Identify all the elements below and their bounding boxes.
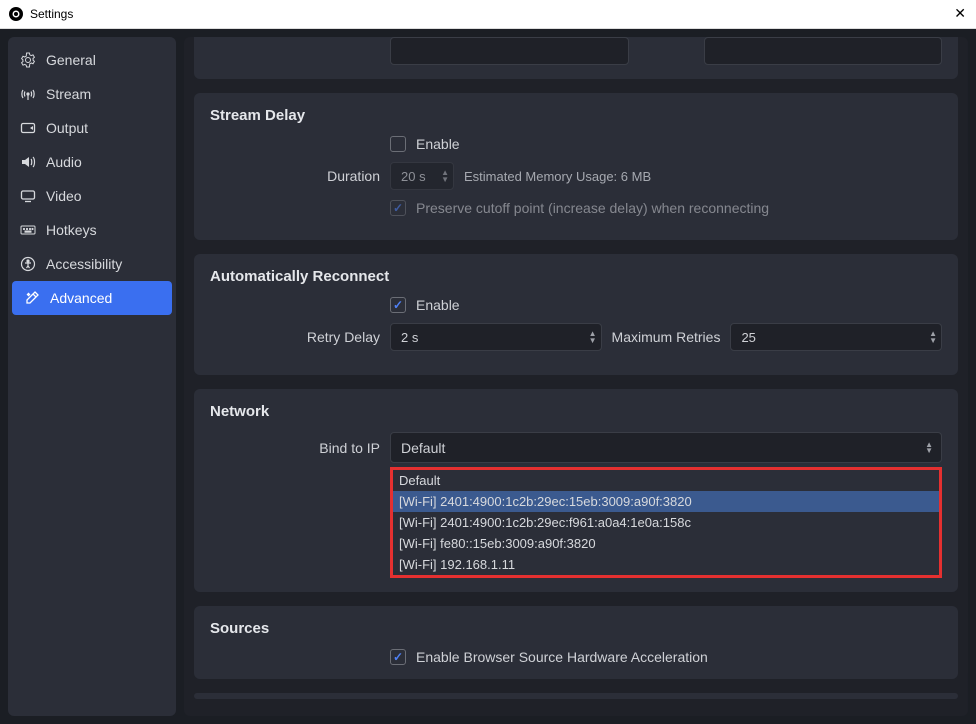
hw-accel-checkbox[interactable]	[390, 649, 406, 665]
bind-ip-select[interactable]: Default ▲▼	[390, 432, 942, 463]
sidebar-item-advanced[interactable]: Advanced	[12, 281, 172, 315]
sidebar-item-video[interactable]: Video	[8, 179, 176, 213]
sidebar-item-label: Output	[46, 120, 88, 136]
memory-usage-hint: Estimated Memory Usage: 6 MB	[464, 169, 651, 184]
enable-stream-delay-checkbox[interactable]	[390, 136, 406, 152]
spinner-value: 25	[741, 330, 755, 345]
gear-icon	[20, 52, 36, 68]
spinner-arrows-icon[interactable]: ▲▼	[441, 169, 449, 183]
max-retries-label: Maximum Retries	[612, 329, 721, 345]
antenna-icon	[20, 86, 36, 102]
sidebar-item-label: Audio	[46, 154, 82, 170]
sidebar-item-label: Stream	[46, 86, 91, 102]
checkbox-label: Enable	[416, 136, 460, 152]
partial-section-top	[194, 37, 958, 79]
sidebar-item-accessibility[interactable]: Accessibility	[8, 247, 176, 281]
spinner-arrows-icon[interactable]: ▲▼	[589, 330, 597, 344]
monitor-icon	[20, 188, 36, 204]
sidebar-item-label: Hotkeys	[46, 222, 97, 238]
main-container: General Stream Output Audio Video	[0, 29, 976, 724]
close-icon[interactable]: ✕	[954, 5, 966, 22]
select-value: Default	[401, 440, 445, 456]
dropdown-option[interactable]: [Wi-Fi] 192.168.1.11	[393, 554, 939, 575]
accessibility-icon	[20, 256, 36, 272]
retry-delay-spinner[interactable]: 2 s ▲▼	[390, 323, 602, 351]
app-icon	[8, 6, 24, 22]
spinner-arrows-icon[interactable]: ▲▼	[929, 330, 937, 344]
bind-ip-dropdown[interactable]: Default [Wi-Fi] 2401:4900:1c2b:29ec:15eb…	[390, 467, 942, 578]
sidebar: General Stream Output Audio Video	[8, 37, 176, 716]
spinner-value: 20 s	[401, 169, 426, 184]
content-area[interactable]: Stream Delay Enable Duration 20 s ▲▼ Est…	[184, 37, 968, 716]
tools-icon	[24, 290, 40, 306]
sidebar-item-general[interactable]: General	[8, 43, 176, 77]
speaker-icon	[20, 154, 36, 170]
sidebar-item-label: Accessibility	[46, 256, 122, 272]
section-title: Network	[210, 403, 942, 420]
section-title: Sources	[210, 620, 942, 637]
section-divider	[194, 693, 958, 699]
checkbox-label: Preserve cutoff point (increase delay) w…	[416, 200, 769, 216]
max-retries-spinner[interactable]: 25 ▲▼	[730, 323, 942, 351]
dropdown-option[interactable]: [Wi-Fi] 2401:4900:1c2b:29ec:15eb:3009:a9…	[393, 491, 939, 512]
preserve-cutoff-checkbox	[390, 200, 406, 216]
sidebar-item-label: Video	[46, 188, 82, 204]
section-auto-reconnect: Automatically Reconnect Enable Retry Del…	[194, 254, 958, 375]
titlebar: Settings ✕	[0, 0, 976, 29]
section-sources: Sources Enable Browser Source Hardware A…	[194, 606, 958, 679]
sidebar-item-audio[interactable]: Audio	[8, 145, 176, 179]
enable-reconnect-checkbox[interactable]	[390, 297, 406, 313]
section-network: Network Bind to IP Default ▲▼ Default [W	[194, 389, 958, 592]
dropdown-option[interactable]: [Wi-Fi] 2401:4900:1c2b:29ec:f961:a0a4:1e…	[393, 512, 939, 533]
bind-ip-label: Bind to IP	[210, 440, 380, 456]
duration-spinner[interactable]: 20 s ▲▼	[390, 162, 454, 190]
retry-delay-label: Retry Delay	[210, 329, 380, 345]
text-input[interactable]	[390, 37, 629, 65]
text-input[interactable]	[704, 37, 943, 65]
checkbox-label: Enable Browser Source Hardware Accelerat…	[416, 649, 708, 665]
keyboard-icon	[20, 222, 36, 238]
sidebar-item-stream[interactable]: Stream	[8, 77, 176, 111]
sidebar-item-label: Advanced	[50, 290, 112, 306]
sidebar-item-hotkeys[interactable]: Hotkeys	[8, 213, 176, 247]
window-title: Settings	[30, 7, 73, 21]
section-stream-delay: Stream Delay Enable Duration 20 s ▲▼ Est…	[194, 93, 958, 240]
dropdown-option[interactable]: Default	[393, 470, 939, 491]
checkbox-label: Enable	[416, 297, 460, 313]
duration-label: Duration	[210, 168, 380, 184]
output-icon	[20, 120, 36, 136]
section-title: Automatically Reconnect	[210, 268, 942, 285]
spinner-value: 2 s	[401, 330, 418, 345]
sidebar-item-output[interactable]: Output	[8, 111, 176, 145]
section-title: Stream Delay	[210, 107, 942, 124]
chevron-updown-icon: ▲▼	[925, 442, 933, 454]
dropdown-option[interactable]: [Wi-Fi] fe80::15eb:3009:a90f:3820	[393, 533, 939, 554]
sidebar-item-label: General	[46, 52, 96, 68]
